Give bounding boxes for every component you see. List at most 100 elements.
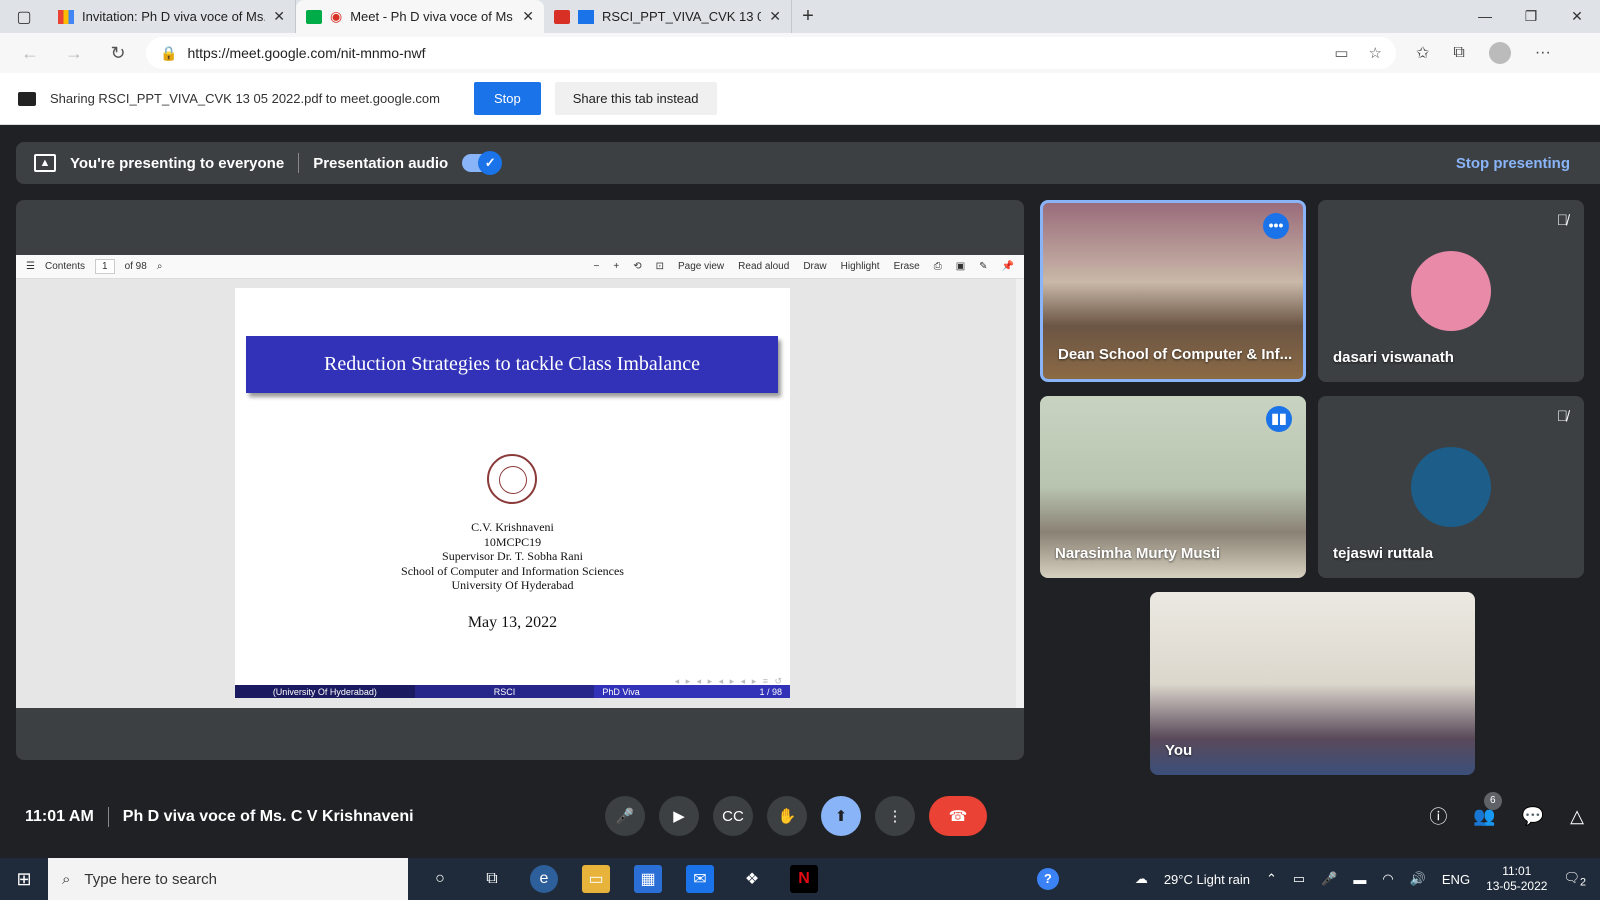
presentation-audio-toggle[interactable]: [462, 151, 503, 175]
pdf-toolbar: ☰ Contents 1 of 98 ⌕ − + ⟲ ⊡ Page view R…: [16, 255, 1024, 279]
forward-icon[interactable]: →: [52, 43, 96, 64]
draw-button[interactable]: Draw: [803, 261, 826, 272]
tab-actions-icon[interactable]: ▢: [0, 0, 48, 33]
meeting-details-icon[interactable]: ⓘ: [1429, 803, 1447, 829]
minimize-icon[interactable]: —: [1462, 0, 1508, 33]
participant-tile-dasari[interactable]: 🎙̸ dasari viswanath: [1318, 200, 1584, 382]
netflix-icon[interactable]: N: [790, 865, 818, 893]
save-icon[interactable]: ▣: [956, 261, 965, 272]
share-this-tab-button[interactable]: Share this tab instead: [554, 82, 717, 115]
dropbox-icon[interactable]: ❖: [738, 865, 766, 893]
pdf-scrollbar[interactable]: [1016, 279, 1024, 708]
favorites-icon[interactable]: ✩: [1416, 43, 1429, 63]
raise-hand-button[interactable]: ✋: [767, 796, 807, 836]
more-menu-icon[interactable]: ···: [1535, 44, 1551, 62]
slide-footer: (University Of Hyderabad) RSCI PhD Viva …: [235, 685, 791, 698]
mail-icon[interactable]: ✉: [686, 865, 714, 893]
notifications-icon[interactable]: 🗨2: [1563, 870, 1586, 889]
volume-icon[interactable]: 🔊: [1410, 871, 1426, 887]
fit-page-icon[interactable]: ⊡: [656, 261, 664, 272]
zoom-in-icon[interactable]: +: [613, 261, 619, 272]
weather-text[interactable]: 29°C Light rain: [1164, 872, 1250, 887]
pin-icon[interactable]: 📌: [1002, 261, 1014, 272]
close-window-icon[interactable]: ✕: [1554, 0, 1600, 33]
participant-name: Narasimha Murty Musti: [1055, 545, 1221, 562]
chevron-up-icon[interactable]: ⌃: [1266, 871, 1277, 887]
sharing-icon: [18, 91, 36, 106]
meet-tray-icon[interactable]: ▭: [1293, 871, 1305, 887]
tab-meet[interactable]: ◉ Meet - Ph D viva voce of Ms. ✕: [296, 0, 544, 33]
windows-start-icon[interactable]: ⊞: [0, 869, 48, 890]
cortana-icon[interactable]: ○: [426, 865, 454, 893]
presentation-stage: ☰ Contents 1 of 98 ⌕ − + ⟲ ⊡ Page view R…: [16, 200, 1024, 760]
edge-icon[interactable]: e: [530, 865, 558, 893]
file-explorer-icon[interactable]: ▭: [582, 865, 610, 893]
save-as-icon[interactable]: ✎: [979, 261, 987, 272]
language-indicator[interactable]: ENG: [1442, 872, 1470, 887]
close-tab-icon[interactable]: ✕: [522, 8, 534, 25]
wifi-icon[interactable]: ◠: [1382, 871, 1393, 887]
more-options-button[interactable]: ⋮: [875, 796, 915, 836]
store-icon[interactable]: ▦: [634, 865, 662, 893]
zoom-out-icon[interactable]: −: [594, 261, 600, 272]
close-tab-icon[interactable]: ✕: [273, 8, 285, 25]
restore-icon[interactable]: ❐: [1508, 0, 1554, 33]
participant-tile-tejaswi[interactable]: 🎙̸ tejaswi ruttala: [1318, 396, 1584, 578]
slide-school: School of Computer and Information Scien…: [401, 563, 624, 578]
captions-button[interactable]: CC: [713, 796, 753, 836]
meeting-info: 11:01 AM Ph D viva voce of Ms. C V Krish…: [25, 807, 414, 827]
contents-button[interactable]: Contents: [45, 261, 85, 272]
more-options-icon[interactable]: •••: [1263, 213, 1289, 239]
tab-gmail-invitation[interactable]: Invitation: Ph D viva voce of Ms. ✕: [48, 0, 296, 33]
notifications-count: 2: [1579, 876, 1586, 889]
chat-icon[interactable]: 💬: [1522, 806, 1544, 827]
camera-in-use-icon[interactable]: ▭: [1334, 44, 1348, 62]
new-tab-button[interactable]: +: [792, 0, 824, 33]
read-aloud-button[interactable]: Read aloud: [738, 261, 789, 272]
tab-pdf[interactable]: RSCI_PPT_VIVA_CVK 13 05 2 ✕: [544, 0, 792, 33]
participant-tile-narasimha[interactable]: ▮▮ Narasimha Murty Musti: [1040, 396, 1306, 578]
browser-tab-strip: ▢ Invitation: Ph D viva voce of Ms. ✕ ◉ …: [0, 0, 1600, 33]
leave-call-button[interactable]: ☎: [929, 796, 987, 836]
taskbar-search[interactable]: ⌕ Type here to search: [48, 858, 408, 900]
present-button[interactable]: ⬆: [821, 796, 861, 836]
task-view-icon[interactable]: ⧉: [478, 865, 506, 893]
add-favorite-icon[interactable]: ☆: [1369, 44, 1382, 62]
url-text: https://meet.google.com/nit-mnmo-nwf: [187, 45, 426, 61]
presenting-banner: ▲ You're presenting to everyone Presenta…: [16, 142, 1600, 184]
collections-icon[interactable]: ⧉: [1453, 44, 1464, 62]
clock-date: 13-05-2022: [1486, 879, 1548, 893]
close-tab-icon[interactable]: ✕: [769, 8, 781, 25]
participant-tile-self[interactable]: You: [1150, 592, 1475, 775]
page-number-input[interactable]: 1: [95, 259, 115, 274]
profile-avatar[interactable]: [1488, 42, 1511, 64]
url-field[interactable]: 🔒 https://meet.google.com/nit-mnmo-nwf ▭…: [146, 37, 1396, 69]
erase-button[interactable]: Erase: [894, 261, 920, 272]
microphone-tray-icon[interactable]: 🎤: [1321, 871, 1337, 887]
slide-page: Reduction Strategies to tackle Class Imb…: [235, 288, 791, 698]
meeting-title: Ph D viva voce of Ms. C V Krishnaveni: [122, 808, 414, 825]
recording-icon: ◉: [330, 8, 343, 24]
search-icon[interactable]: ⌕: [157, 261, 163, 272]
people-icon[interactable]: 👥 6: [1473, 791, 1502, 827]
page-view-button[interactable]: Page view: [678, 261, 724, 272]
participant-tile-dean[interactable]: ••• Dean School of Computer & Inf...: [1040, 200, 1306, 382]
taskbar-clock[interactable]: 11:01 13-05-2022: [1486, 864, 1547, 894]
refresh-icon[interactable]: ↻: [96, 43, 140, 64]
back-icon[interactable]: ←: [8, 43, 52, 64]
stop-sharing-button[interactable]: Stop: [474, 82, 541, 115]
participant-name: tejaswi ruttala: [1333, 545, 1434, 562]
pdf-viewer: ☰ Contents 1 of 98 ⌕ − + ⟲ ⊡ Page view R…: [16, 255, 1024, 708]
camera-button[interactable]: ▶: [659, 796, 699, 836]
rotate-icon[interactable]: ⟲: [633, 261, 641, 272]
stop-presenting-button[interactable]: Stop presenting: [1456, 155, 1570, 172]
help-icon[interactable]: ?: [1036, 868, 1059, 890]
contents-icon[interactable]: ☰: [26, 261, 35, 272]
meeting-side-controls: ⓘ 👥 6 💬 △: [1429, 791, 1584, 829]
microphone-button[interactable]: 🎤: [605, 796, 645, 836]
battery-icon[interactable]: ▬: [1353, 872, 1366, 887]
pdf-icon: [554, 9, 570, 24]
highlight-button[interactable]: Highlight: [841, 261, 880, 272]
print-icon[interactable]: ⎙: [934, 261, 942, 272]
activities-icon[interactable]: △: [1570, 806, 1584, 827]
